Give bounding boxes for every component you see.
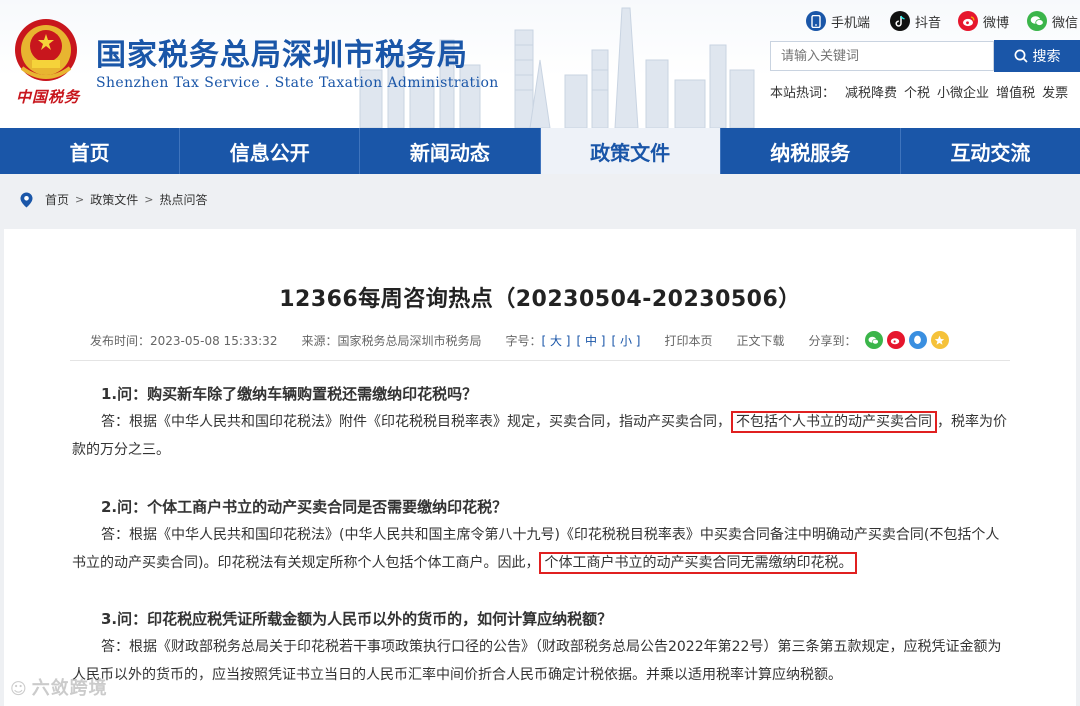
- breadcrumb-policy[interactable]: 政策文件: [90, 191, 138, 208]
- hotword-link[interactable]: 减税降费: [845, 82, 897, 101]
- watermark-text: 六敛跨境: [31, 678, 108, 699]
- mobile-label: 手机端: [831, 15, 871, 31]
- hotword-link[interactable]: 个税: [904, 82, 930, 101]
- douyin-label: 抖音: [915, 15, 942, 31]
- answer-2-text: 答：根据《中华人民共和国印花税法》(中华人民共和国主席令第八十九号)《印花税税目…: [72, 527, 1000, 571]
- article-source: 来源：国家税务总局深圳市税务局: [301, 333, 482, 348]
- wechat-label: 微信: [1052, 15, 1079, 31]
- font-size-large[interactable]: [ 大 ]: [541, 332, 570, 349]
- answer-2: 答：根据《中华人民共和国印花税法》(中华人民共和国主席令第八十九号)《印花税税目…: [72, 521, 1012, 577]
- share-wechat-icon[interactable]: [864, 331, 883, 349]
- tax-emblem-logo: [15, 19, 77, 81]
- search-input[interactable]: [770, 41, 994, 71]
- weibo-link[interactable]: 微博: [958, 10, 1009, 32]
- answer-1-text: 答：根据《中华人民共和国印花税法》附件《印花税税目税率表》规定，买卖合同，指动产…: [101, 414, 731, 430]
- main-nav: 首页 信息公开 新闻动态 政策文件 纳税服务 互动交流: [0, 128, 1080, 174]
- print-page-link[interactable]: 打印本页: [664, 332, 712, 349]
- hotwords-label: 本站热词：: [770, 86, 836, 101]
- share-icons: [864, 331, 949, 349]
- search-icon: [1014, 49, 1028, 63]
- question-1: 1.问：购买新车除了缴纳车辆购置税还需缴纳印花税吗？: [101, 385, 478, 403]
- question-3: 3.问：印花税应税凭证所载金额为人民币以外的货币的，如何计算应纳税额？: [101, 610, 613, 628]
- answer-3-text: 答：根据《财政部税务总局关于印花税若干事项政策执行口径的公告》（财政部税务总局公…: [72, 639, 1002, 683]
- search-button[interactable]: 搜索: [994, 40, 1080, 72]
- weibo-icon: [958, 11, 978, 31]
- nav-item-policy-documents[interactable]: 政策文件: [540, 128, 721, 174]
- font-size-small[interactable]: [ 小 ]: [611, 332, 640, 349]
- share-weibo-icon[interactable]: [886, 331, 905, 349]
- question-2: 2.问：个体工商户书立的动产买卖合同是否需要缴纳印花税？: [101, 498, 508, 516]
- breadcrumb-hot-qa[interactable]: 热点问答: [159, 191, 207, 208]
- font-size-medium[interactable]: [ 中 ]: [576, 332, 605, 349]
- hotword-link[interactable]: 增值税: [996, 82, 1035, 101]
- answer-1-highlight: 不包括个人书立的动产买卖合同: [731, 411, 937, 433]
- location-pin-icon: [20, 192, 33, 207]
- nav-item-news[interactable]: 新闻动态: [360, 128, 541, 174]
- article-panel: 12366每周咨询热点（20230504-20230506） 发布时间：2023…: [4, 229, 1076, 706]
- weibo-label: 微博: [983, 15, 1010, 31]
- douyin-link[interactable]: 抖音: [890, 10, 941, 32]
- answer-1: 答：根据《中华人民共和国印花税法》附件《印花税税目税率表》规定，买卖合同，指动产…: [72, 408, 1012, 464]
- nav-item-home[interactable]: 首页: [0, 128, 181, 174]
- wechat-link[interactable]: 微信: [1027, 10, 1078, 32]
- watermark: ☺ 六敛跨境: [10, 678, 108, 699]
- wechat-icon: [1027, 11, 1047, 31]
- answer-2-highlight: 个体工商户书立的动产买卖合同无需缴纳印花税。: [539, 552, 858, 574]
- breadcrumb-home[interactable]: 首页: [45, 191, 69, 208]
- breadcrumb-separator: >: [144, 193, 154, 206]
- breadcrumb: 首页 > 政策文件 > 热点问答: [20, 191, 207, 208]
- answer-3: 答：根据《财政部税务总局关于印花税若干事项政策执行口径的公告》（财政部税务总局公…: [72, 633, 1012, 689]
- mobile-link[interactable]: 手机端: [806, 10, 870, 32]
- download-link[interactable]: 正文下载: [737, 332, 785, 349]
- hotword-link[interactable]: 发票: [1042, 82, 1068, 101]
- share-qq-icon[interactable]: [908, 331, 927, 349]
- article-meta: 发布时间：2023-05-08 15:33:32 来源：国家税务总局深圳市税务局…: [90, 331, 949, 349]
- share-qzone-icon[interactable]: [930, 331, 949, 349]
- article-title: 12366每周咨询热点（20230504-20230506）: [279, 287, 801, 312]
- share-label: 分享到：: [808, 333, 857, 348]
- site-header: 中国税务 国家税务总局深圳市税务局 Shenzhen Tax Service .…: [0, 0, 1080, 128]
- hotword-link[interactable]: 小微企业: [937, 82, 989, 101]
- site-title[interactable]: 国家税务总局深圳市税务局: [96, 30, 468, 74]
- search-button-label: 搜索: [1032, 49, 1061, 65]
- mobile-icon: [806, 11, 826, 31]
- nav-item-tax-services[interactable]: 纳税服务: [721, 128, 901, 174]
- publish-time: 发布时间：2023-05-08 15:33:32: [90, 333, 278, 348]
- site-subtitle: Shenzhen Tax Service . State Taxation Ad…: [96, 75, 499, 91]
- nav-item-interaction[interactable]: 互动交流: [901, 128, 1080, 174]
- hotwords-bar: 本站热词： 减税降费 个税 小微企业 增值税 发票: [770, 82, 1075, 101]
- china-tax-logo-text: 中国税务: [16, 88, 81, 106]
- breadcrumb-separator: >: [75, 193, 85, 206]
- nav-item-info-disclosure[interactable]: 信息公开: [180, 128, 361, 174]
- douyin-icon: [890, 11, 910, 31]
- meta-divider: [70, 360, 1010, 361]
- font-size-label: 字号：: [505, 333, 542, 348]
